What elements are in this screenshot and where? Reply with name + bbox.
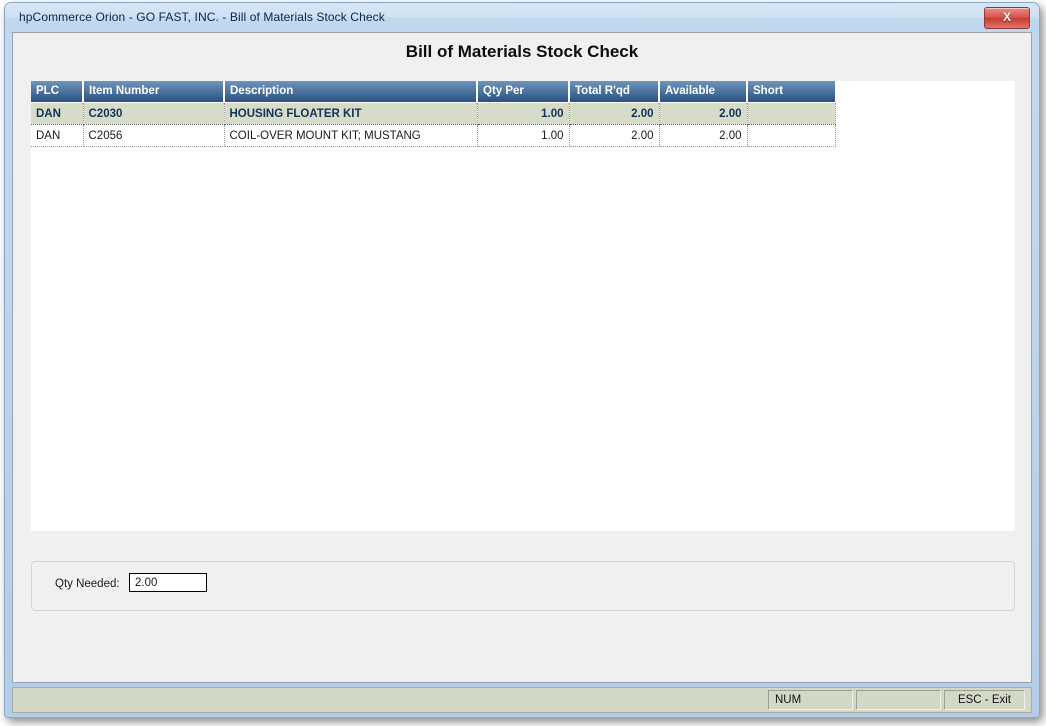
status-bar: NUM ESC - Exit	[12, 687, 1032, 713]
close-icon: X	[1002, 10, 1011, 24]
cell-available: 2.00	[659, 124, 748, 147]
cell-available: 2.00	[659, 102, 748, 125]
cell-desc: HOUSING FLOATER KIT	[224, 102, 478, 125]
cell-plc: DAN	[31, 124, 84, 147]
qty-needed-input[interactable]	[129, 573, 207, 592]
qty-needed-group: Qty Needed:	[31, 561, 1015, 611]
cell-total_rqd: 2.00	[569, 124, 660, 147]
cell-qty_per: 1.00	[477, 102, 570, 125]
column-header-desc[interactable]: Description	[224, 81, 478, 103]
page-title: Bill of Materials Stock Check	[405, 42, 639, 61]
cell-item: C2056	[83, 124, 225, 147]
status-blank-panel	[856, 690, 941, 710]
table-body: DAN C2030 HOUSING FLOATER KIT 1.00 2.00 2.00 D…	[31, 102, 836, 147]
column-header-plc[interactable]: PLC	[31, 81, 84, 103]
status-num-indicator: NUM	[768, 690, 853, 710]
client-area: Bill of Materials Stock Check PLC Item N…	[12, 32, 1032, 683]
window-title: hpCommerce Orion - GO FAST, INC. - Bill …	[19, 10, 385, 24]
cell-total_rqd: 2.00	[569, 102, 660, 125]
cell-desc: COIL-OVER MOUNT KIT; MUSTANG	[224, 124, 478, 147]
cell-qty_per: 1.00	[477, 124, 570, 147]
column-header-item[interactable]: Item Number	[83, 81, 225, 103]
cell-short	[747, 102, 836, 125]
cell-item: C2030	[83, 102, 225, 125]
table-row[interactable]: DAN C2056 COIL-OVER MOUNT KIT; MUSTANG 1.00…	[31, 124, 836, 147]
qty-needed-label: Qty Needed:	[55, 578, 120, 590]
column-header-available[interactable]: Available	[659, 81, 748, 103]
desktop-background: hpCommerce Orion - GO FAST, INC. - Bill …	[0, 0, 1046, 726]
column-header-total-rqd[interactable]: Total R'qd	[569, 81, 660, 103]
column-header-qty-per[interactable]: Qty Per	[477, 81, 570, 103]
application-window: hpCommerce Orion - GO FAST, INC. - Bill …	[4, 2, 1040, 718]
title-bar[interactable]: hpCommerce Orion - GO FAST, INC. - Bill …	[5, 3, 1039, 33]
cell-plc: DAN	[31, 102, 84, 125]
stock-check-grid[interactable]: PLC Item Number Description Qty Per Tota…	[31, 81, 1015, 531]
stock-check-table: PLC Item Number Description Qty Per Tota…	[31, 81, 836, 147]
cell-short	[747, 124, 836, 147]
status-exit-hint[interactable]: ESC - Exit	[944, 690, 1025, 710]
close-button[interactable]: X	[984, 7, 1030, 29]
table-row[interactable]: DAN C2030 HOUSING FLOATER KIT 1.00 2.00 2.00	[31, 102, 836, 125]
table-header-row: PLC Item Number Description Qty Per Tota…	[31, 81, 835, 103]
column-header-short[interactable]: Short	[747, 81, 835, 103]
